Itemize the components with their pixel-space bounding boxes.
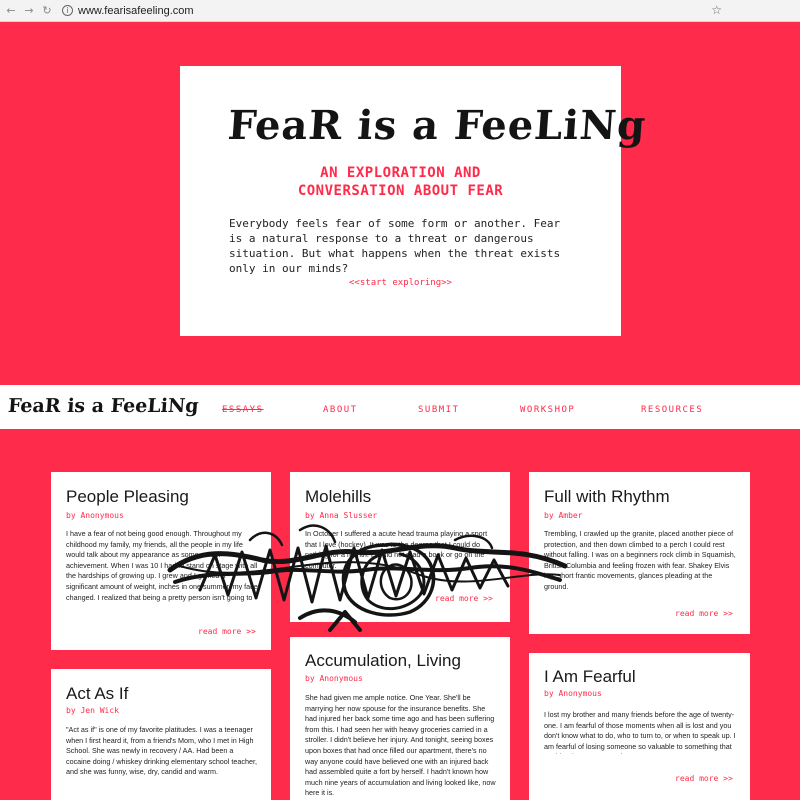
nav-workshop[interactable]: WORKSHOP [520, 405, 575, 415]
essay-card[interactable]: Full with Rhythm by Amber Trembling, I c… [529, 472, 750, 634]
nav-about[interactable]: ABOUT [323, 405, 358, 415]
arrow-right-icon[interactable]: → [20, 2, 38, 20]
read-more-link[interactable]: read more >> [675, 609, 733, 618]
essay-excerpt: She had given me ample notice. One Year.… [305, 693, 496, 798]
info-icon[interactable]: i [62, 5, 73, 16]
essay-excerpt: In October I suffered a acute head traum… [305, 529, 488, 570]
reload-icon[interactable]: ↻ [38, 2, 56, 20]
arrow-left-icon[interactable]: ← [2, 2, 20, 20]
essay-title[interactable]: Molehills [305, 487, 371, 507]
nav-logo[interactable]: FeaR is a FeeLiNg [7, 395, 199, 417]
essay-author: by Anonymous [544, 689, 602, 698]
essay-card[interactable]: Accumulation, Living by Anonymous She ha… [290, 637, 510, 800]
read-more-link[interactable]: read more >> [675, 774, 733, 783]
essay-title[interactable]: Full with Rhythm [544, 487, 670, 507]
hero-card: FeaR is a FeeLiNg AN EXPLORATION AND CON… [180, 66, 648, 336]
essay-title[interactable]: Accumulation, Living [305, 651, 461, 671]
essay-author: by Amber [544, 511, 583, 520]
site-nav: FeaR is a FeeLiNg ESSAYS ABOUT SUBMIT WO… [0, 385, 800, 429]
essay-author: by Anna Slusser [305, 511, 378, 520]
hero-subtitle-line: CONVERSATION ABOUT FEAR [297, 183, 504, 199]
essay-author: by Anonymous [66, 511, 124, 520]
essay-card[interactable]: People Pleasing by Anonymous I have a fe… [51, 472, 271, 650]
essay-excerpt: I have a fear of not being good enough. … [66, 529, 258, 602]
hero-subtitle-line: AN EXPLORATION AND [320, 165, 481, 181]
address-bar[interactable]: i www.fearisafeeling.com [62, 2, 692, 20]
essay-title[interactable]: Act As If [66, 684, 128, 704]
hero-intro: Everybody feels fear of some form or ano… [229, 217, 561, 275]
read-more-link[interactable]: read more >> [435, 594, 493, 603]
site-logo: FeaR is a FeeLiNg [226, 102, 648, 149]
essay-excerpt: Trembling, I crawled up the granite, pla… [544, 529, 736, 591]
essay-author: by Jen Wick [66, 706, 119, 715]
essay-excerpt: "Act as if" is one of my favorite platit… [66, 725, 257, 777]
browser-toolbar: ← → ↻ i www.fearisafeeling.com ☆ [0, 0, 800, 22]
nav-essays[interactable]: ESSAYS [222, 405, 264, 415]
essay-title[interactable]: I Am Fearful [544, 667, 636, 687]
url-text: www.fearisafeeling.com [78, 4, 194, 17]
nav-submit[interactable]: SUBMIT [418, 405, 460, 415]
start-exploring-link[interactable]: <<start exploring>> [180, 278, 621, 288]
essay-card[interactable]: Molehills by Anna Slusser In October I s… [290, 472, 510, 622]
star-icon[interactable]: ☆ [711, 3, 722, 17]
essay-card[interactable]: Act As If by Jen Wick "Act as if" is one… [51, 669, 271, 800]
essay-card[interactable]: I Am Fearful by Anonymous I lost my brot… [529, 653, 750, 800]
essay-title[interactable]: People Pleasing [66, 487, 189, 507]
hero-subtitle: AN EXPLORATION AND CONVERSATION ABOUT FE… [180, 164, 621, 200]
essay-excerpt: I lost my brother and many friends befor… [544, 710, 736, 754]
essay-author: by Anonymous [305, 674, 363, 683]
nav-resources[interactable]: RESOURCES [641, 405, 703, 415]
read-more-link[interactable]: read more >> [198, 627, 256, 636]
